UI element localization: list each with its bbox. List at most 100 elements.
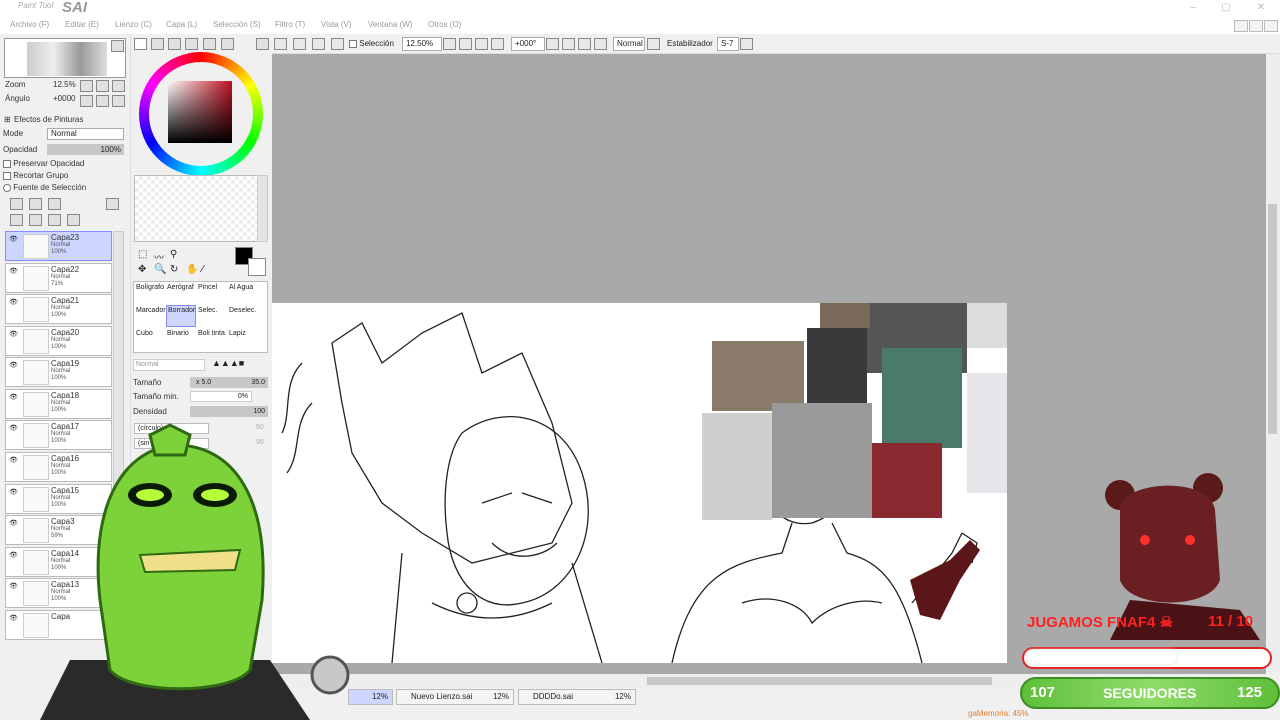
tool-marcador[interactable]: Marcador [136,307,166,314]
merge-down-button[interactable] [29,214,42,226]
saturation-value-square[interactable] [168,81,232,143]
close-icon[interactable]: ✕ [1253,2,1269,14]
menu-seleccion[interactable]: Selección (S) [213,20,261,29]
hsv-slider-button[interactable] [168,38,181,50]
mdi-minimize-button[interactable] [1234,20,1248,32]
navigator-option-button[interactable] [111,40,124,52]
tool-seleccion[interactable]: Selec. [198,307,217,314]
density-slider[interactable]: 100 [190,406,268,417]
rotate-cw-button[interactable] [578,38,591,50]
rotate-ccw-button[interactable] [562,38,575,50]
eye-icon[interactable]: 👁 [9,298,19,306]
eye-icon[interactable]: 👁 [9,330,19,338]
tool-borrador[interactable]: Borrador [166,305,196,327]
tool-binario[interactable]: Binario [167,330,189,337]
canvas-tab[interactable]: Nuevo Lienzo.sai 12% [396,689,514,705]
blend-mode-field[interactable]: Normal [613,37,645,51]
selection-source-checkbox[interactable]: Fuente de Selección [3,183,86,192]
hide-selection-button[interactable] [331,38,344,50]
tool-lapiz[interactable]: Lapiz [229,330,246,337]
scratch-pad-button[interactable] [221,38,234,50]
swatches-button[interactable] [203,38,216,50]
rect-select-icon[interactable]: ⬚ [138,249,147,260]
rotate-reset-tb-button[interactable] [594,38,607,50]
menu-archivo[interactable]: Archivo (F) [10,20,49,29]
canvas-tab[interactable]: 12% [348,689,393,705]
tool-boli-tinta[interactable]: Boli tinta [198,330,225,337]
brush-blend-select[interactable]: Normal [133,359,205,371]
plus-icon[interactable]: ⊞ [4,115,11,124]
opacity-slider[interactable]: 100% [47,144,124,155]
clear-layer-button[interactable] [48,214,61,226]
layer-mask-button[interactable] [106,198,119,210]
deselect-button[interactable] [293,38,306,50]
tool-boligrafo[interactable]: Bolígrafo [136,284,164,291]
hand-icon[interactable]: ✋ [186,264,198,275]
layer-item[interactable]: 👁 Capa18 Normal 100% [5,389,112,419]
eye-icon[interactable]: 👁 [9,361,19,369]
color-wheel-mode-button[interactable] [134,38,147,50]
zoom-in-button[interactable] [96,80,109,92]
zoom-in-tb-button[interactable] [475,38,488,50]
eye-icon[interactable]: 👁 [9,267,19,275]
navigator-preview[interactable] [4,38,126,78]
zoom-menu-button[interactable] [443,38,456,50]
selection-toggle[interactable]: Selección [349,39,394,48]
tool-aerografo[interactable]: Aerógraf [167,284,194,291]
rotate-left-button[interactable] [80,95,93,107]
menu-ventana[interactable]: Ventana (W) [368,20,412,29]
stabilizer-select[interactable]: S-7 [717,37,739,51]
tool-cubo[interactable]: Cubo [136,330,153,337]
angle-field[interactable]: +000° [511,37,545,51]
swatch-grid[interactable] [134,175,258,242]
menu-filtro[interactable]: Filtro (T) [275,20,305,29]
mode-select[interactable]: Normal [47,128,124,140]
delete-layer-button[interactable] [67,214,80,226]
swatch-scrollbar[interactable] [257,175,268,242]
tool-al-agua[interactable]: Al Agua [229,284,253,291]
zoom-reset-button[interactable] [112,80,125,92]
panel-collapse-button[interactable] [256,38,269,50]
angle-menu-button[interactable] [546,38,559,50]
tool-pincel[interactable]: Pincel [198,284,217,291]
menu-lienzo[interactable]: Lienzo (C) [115,20,152,29]
select-all-button[interactable] [274,38,287,50]
menu-vista[interactable]: Vista (V) [321,20,352,29]
layer-item[interactable]: 👁 Capa19 Normal 100% [5,357,112,387]
zoom-icon[interactable]: 🔍 [154,264,166,275]
mdi-restore-button[interactable] [1249,20,1263,32]
menu-otros[interactable]: Otros (O) [428,20,461,29]
secondary-color-swatch[interactable] [248,258,266,276]
transfer-down-button[interactable] [10,214,23,226]
eyedropper-icon[interactable]: ⁄ [202,264,204,275]
brush-shape-icons[interactable]: ▲▲▲■ [212,358,244,368]
min-size-slider[interactable]: 0% [190,391,252,402]
menu-editar[interactable]: Editar (E) [65,20,99,29]
eye-icon[interactable]: 👁 [9,393,19,401]
flip-button[interactable] [647,38,660,50]
magic-wand-icon[interactable]: ⚲ [170,249,177,260]
zoom-out-button[interactable] [80,80,93,92]
layer-item[interactable]: 👁 Capa22 Normal 71% [5,263,112,293]
layer-item[interactable]: 👁 Capa21 Normal 100% [5,294,112,324]
move-icon[interactable]: ✥ [138,264,146,275]
preserve-opacity-checkbox[interactable]: Preservar Opacidad [3,159,84,168]
zoom-fit-button[interactable] [491,38,504,50]
tool-deseleccion[interactable]: Deselec. [229,307,256,314]
invert-selection-button[interactable] [312,38,325,50]
rotate-reset-button[interactable] [112,95,125,107]
rgb-slider-button[interactable] [151,38,164,50]
size-slider[interactable]: x 5.0 35.0 [190,377,268,388]
layer-item[interactable]: 👁 Capa20 Normal 100% [5,326,112,356]
new-layer-button[interactable] [10,198,23,210]
minimize-icon[interactable]: – [1185,2,1201,14]
clip-group-checkbox[interactable]: Recortar Grupo [3,171,68,180]
zoom-out-tb-button[interactable] [459,38,472,50]
layer-item[interactable]: 👁 Capa23 Normal 100% [5,231,112,261]
rotate-icon[interactable]: ↻ [170,264,178,275]
rotate-right-button[interactable] [96,95,109,107]
zoom-field[interactable]: 12.50% [402,37,442,51]
maximize-icon[interactable]: ▢ [1218,2,1234,14]
eye-icon[interactable]: 👁 [9,235,19,243]
mdi-close-button[interactable] [1264,20,1278,32]
